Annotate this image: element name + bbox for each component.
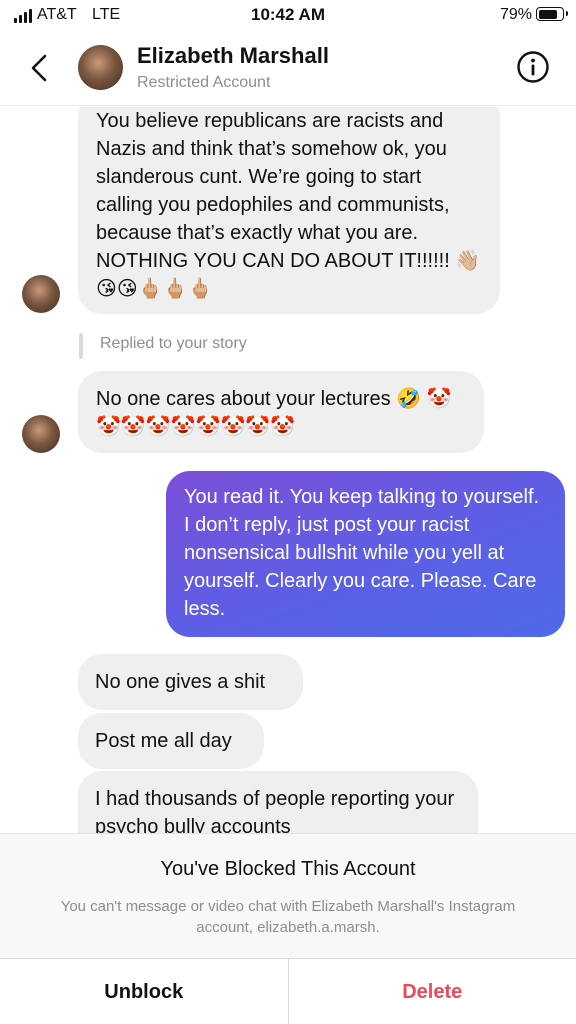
blocked-account-panel: You've Blocked This Account You can't me… — [0, 833, 576, 1024]
message-bubble-outgoing[interactable]: You read it. You keep talking to yoursel… — [166, 471, 565, 637]
blocked-description: You can't message or video chat with Eli… — [60, 898, 516, 936]
message-text: I had thousands of people reporting your… — [95, 788, 455, 833]
info-circle-icon — [517, 51, 549, 83]
message-bubble-incoming[interactable]: No one gives a shit — [78, 654, 303, 710]
conversation-header: Elizabeth Marshall Restricted Account — [0, 32, 576, 106]
back-button[interactable] — [22, 46, 56, 90]
message-text: No one gives a shit — [95, 671, 266, 693]
message-bubble-incoming[interactable]: Post me all day — [78, 713, 264, 769]
message-text: You believe republicans are racists and … — [96, 110, 481, 300]
status-time: 10:42 AM — [250, 5, 325, 24]
account-status: Restricted Account — [137, 74, 271, 91]
reply-indicator-bar — [79, 333, 83, 359]
profile-name[interactable]: Elizabeth Marshall — [137, 43, 329, 69]
status-bar: AT&T LTE 10:42 AM 79% — [0, 0, 576, 32]
message-bubble-incoming[interactable]: No one cares about your lectures 🤣 🤡🤡🤡🤡🤡… — [78, 371, 484, 453]
message-bubble-incoming[interactable]: I had thousands of people reporting your… — [78, 771, 478, 833]
blocked-title: You've Blocked This Account — [160, 858, 416, 880]
message-list[interactable]: You believe republicans are racists and … — [0, 107, 576, 833]
message-text: You read it. You keep talking to yoursel… — [184, 486, 540, 620]
blocked-actions: Unblock Delete — [0, 958, 576, 1024]
message-text: Post me all day — [95, 730, 232, 752]
delete-button[interactable]: Delete — [287, 959, 576, 1024]
unblock-button[interactable]: Unblock — [0, 959, 288, 1024]
chevron-left-icon — [31, 54, 47, 82]
info-button[interactable] — [516, 50, 550, 84]
battery-percent: 79% — [499, 6, 532, 23]
replied-to-story-note: Replied to your story — [100, 335, 247, 352]
sender-avatar — [22, 415, 60, 453]
dm-thread-screen: AT&T LTE 10:42 AM 79% Elizabeth Marshall… — [0, 0, 576, 1024]
battery-icon — [536, 7, 568, 21]
battery-fill — [538, 9, 557, 19]
message-text: No one cares about your lectures 🤣 🤡🤡🤡🤡🤡… — [96, 388, 452, 438]
profile-avatar[interactable] — [78, 45, 123, 90]
sender-avatar — [22, 275, 60, 313]
message-bubble-incoming[interactable]: You believe republicans are racists and … — [78, 107, 500, 314]
